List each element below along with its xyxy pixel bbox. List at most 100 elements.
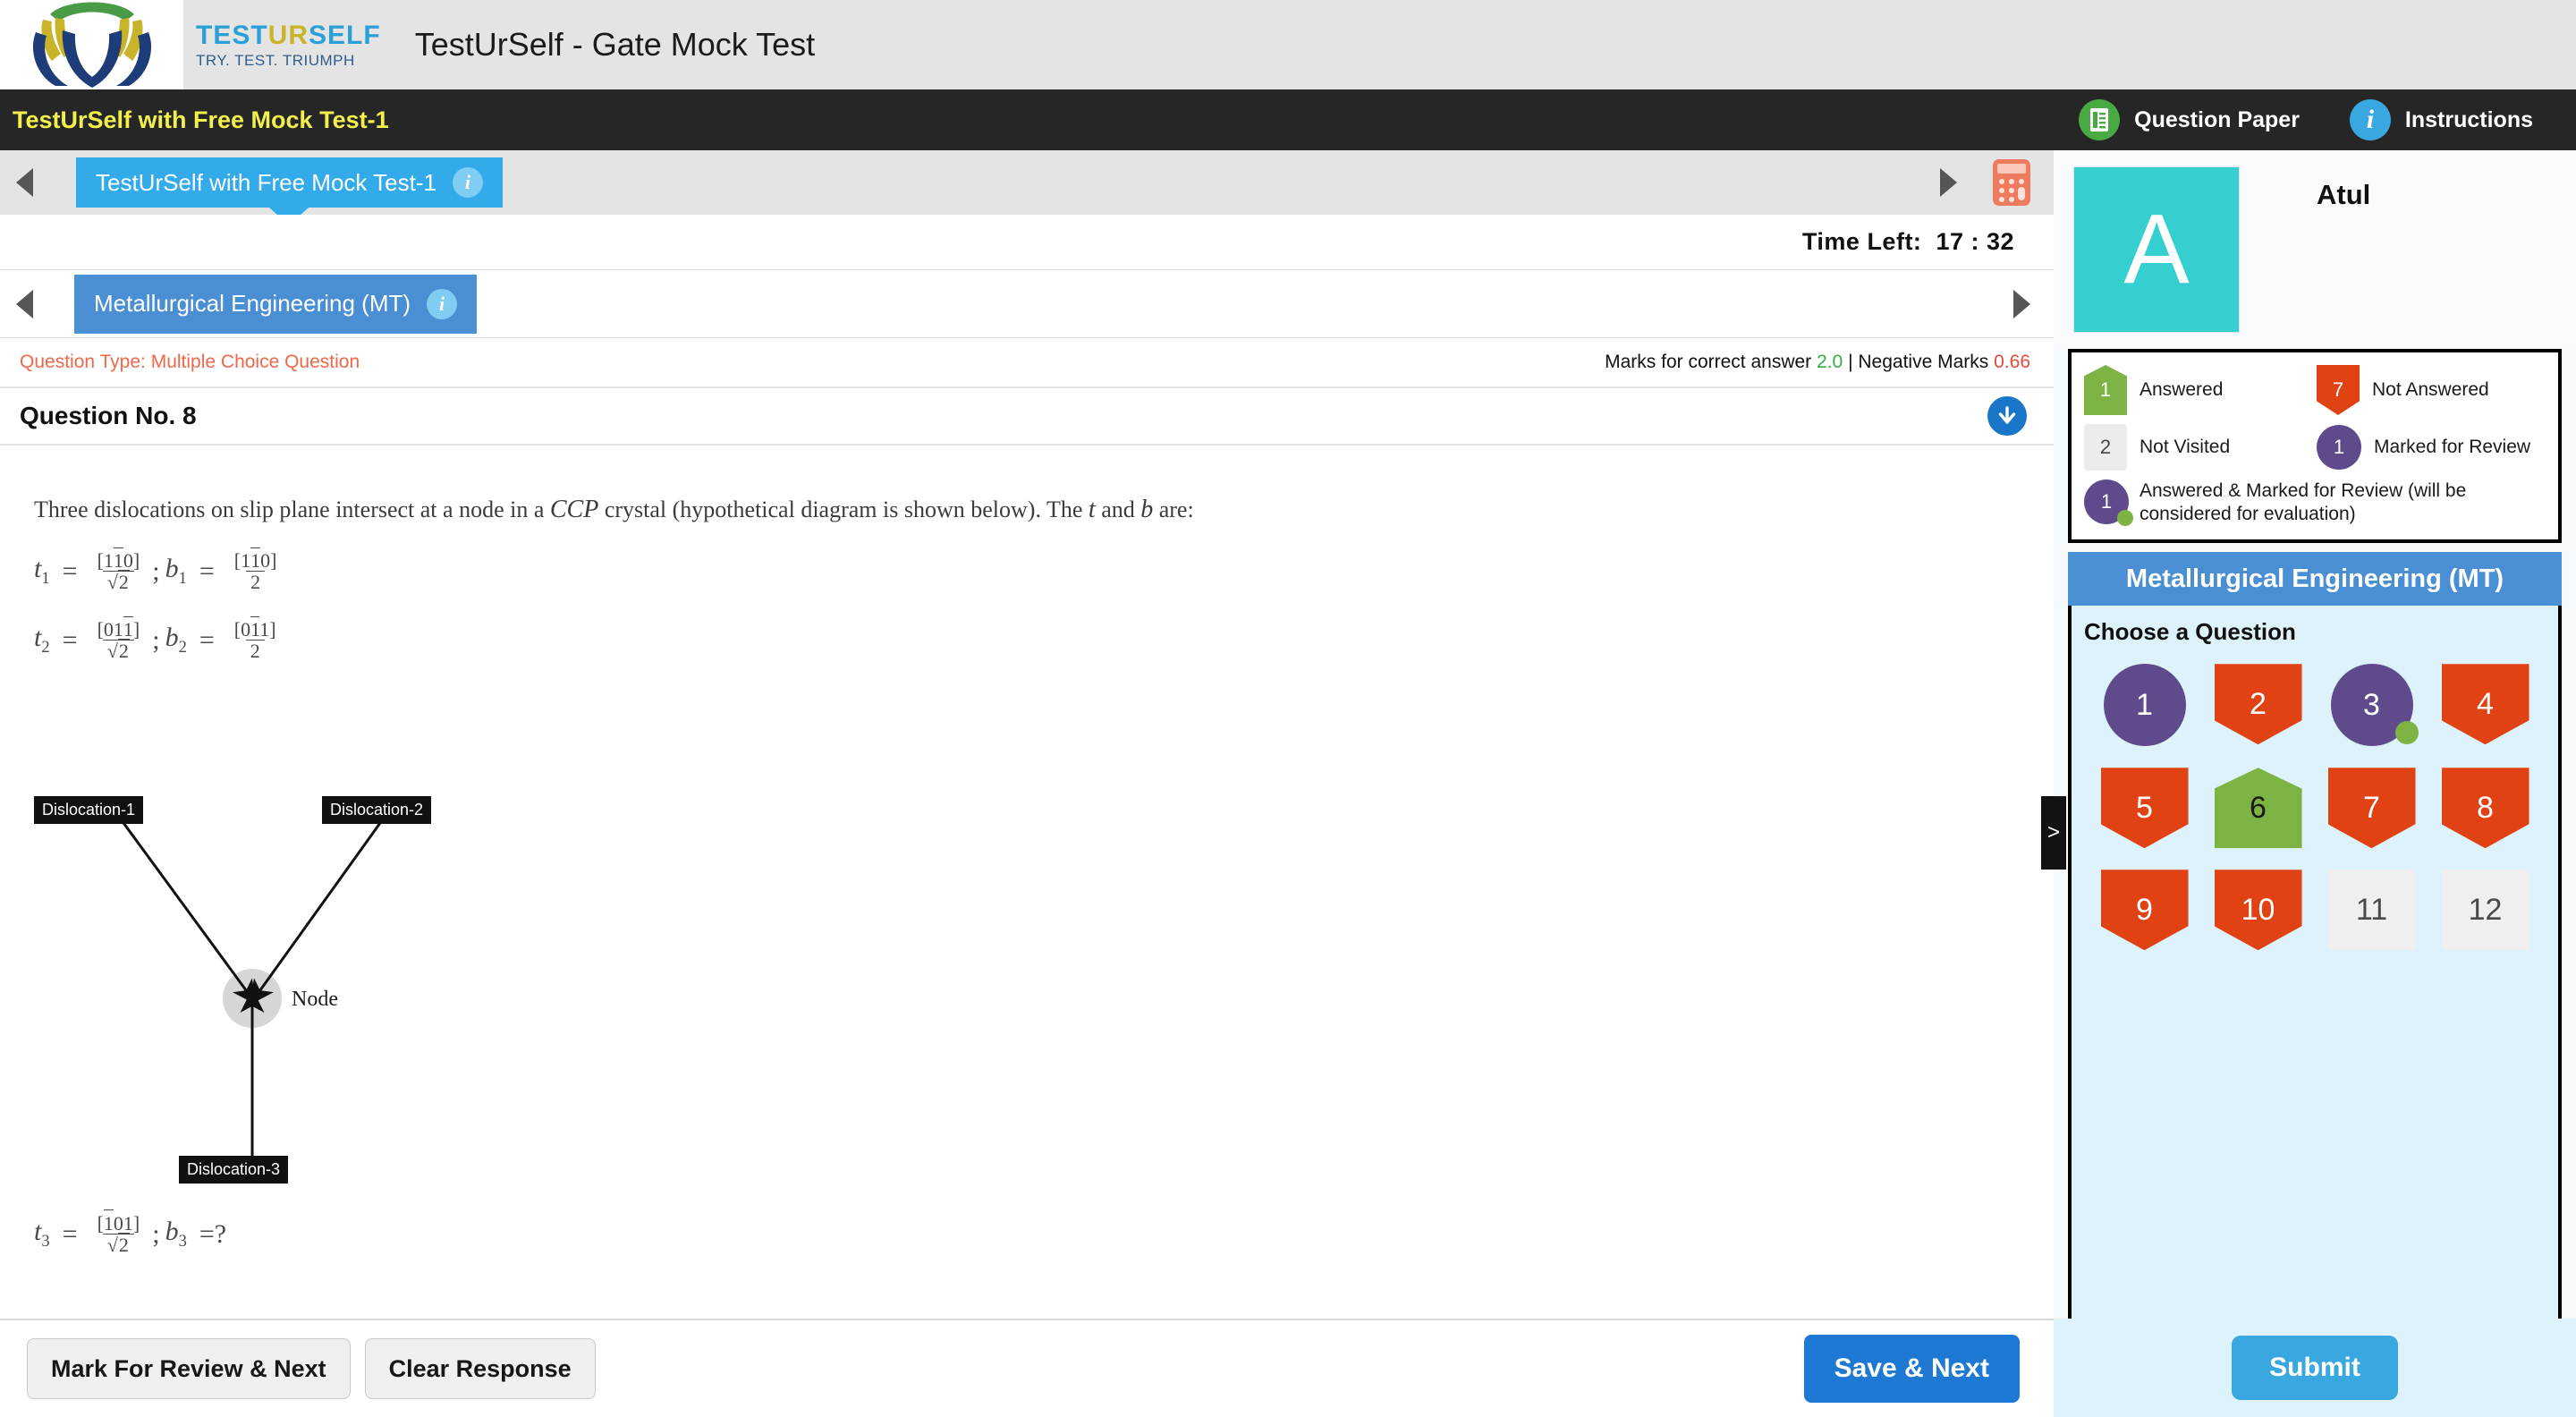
- tab-test-1[interactable]: TestUrSelf with Free Mock Test-1 i: [76, 157, 503, 208]
- brand-tagline: TRY. TEST. TRIUMPH: [196, 51, 355, 69]
- palette-question-3[interactable]: 3: [2330, 664, 2419, 747]
- time-left-label: Time Left:: [1801, 228, 1922, 255]
- question-number-grid: 1 2 3 4 5 6 7 8 9 10 11 12: [2072, 646, 2558, 951]
- palette-question-6[interactable]: 6: [2214, 768, 2302, 849]
- test-tab-row: TestUrSelf with Free Mock Test-1 i: [0, 150, 2054, 215]
- question-number-label: Question No. 8: [20, 402, 197, 429]
- legend-label: Marked for Review: [2374, 437, 2531, 457]
- palette-question-2[interactable]: 2: [2214, 664, 2302, 745]
- legend-label: Answered & Marked for Review (will be co…: [2140, 480, 2467, 524]
- timer-row: Time Left: 17 : 32: [0, 215, 2054, 270]
- negative-marks-label: Negative Marks: [1858, 352, 1989, 372]
- arrow-down-circle-icon[interactable]: [1987, 396, 2027, 436]
- palette-question-4[interactable]: 4: [2441, 664, 2529, 745]
- question-symbol-t: t: [1088, 496, 1096, 523]
- question-symbol-b: b: [1140, 496, 1154, 523]
- question-paper-label: Question Paper: [2134, 106, 2300, 132]
- question-palette-panel: A Atul 1 Answered 7 Not Answered 2 Not V…: [2054, 150, 2576, 1417]
- subject-tab-next: [2013, 289, 2030, 318]
- test-name-bar: TestUrSelf with Free Mock Test-1 Questio…: [0, 89, 2576, 150]
- avatar-letter: A: [2123, 194, 2190, 304]
- marks-row: Question Type: Multiple Choice Question …: [0, 338, 2054, 388]
- palette-subject-header: Metallurgical Engineering (MT): [2068, 552, 2562, 607]
- info-icon[interactable]: i: [452, 167, 483, 198]
- info-icon[interactable]: i: [427, 288, 458, 319]
- avatar: A: [2073, 166, 2240, 333]
- question-crystal-term: CCP: [549, 496, 599, 523]
- triangle-right-icon[interactable]: [1940, 168, 1957, 197]
- triangle-right-icon[interactable]: [2013, 289, 2030, 318]
- instructions-button[interactable]: i Instructions: [2349, 99, 2533, 140]
- question-number-row: Question No. 8: [0, 388, 2054, 445]
- palette-question-7[interactable]: 7: [2327, 768, 2416, 849]
- info-icon: i: [2349, 99, 2391, 140]
- marks-info: Marks for correct answer 2.0 | Negative …: [1605, 352, 2030, 373]
- legend-item-not-answered: 7 Not Answered: [2317, 365, 2549, 415]
- diagram-label-dislocation-2: Dislocation-2: [322, 796, 432, 824]
- calculator-icon[interactable]: [1993, 159, 2030, 206]
- hands-logo-icon: [0, 0, 183, 89]
- status-badge: 7: [2317, 365, 2360, 415]
- mark-for-review-next-button[interactable]: Mark For Review & Next: [27, 1338, 351, 1399]
- marks-prefix: Marks for correct answer: [1605, 352, 1812, 372]
- legend-row: 1 Answered & Marked for Review (will be …: [2084, 479, 2549, 526]
- legend-label: Answered: [2140, 379, 2224, 400]
- status-badge: 1: [2317, 425, 2361, 470]
- exam-window: TESTURSELF TRY. TEST. TRIUMPH TestUrSelf…: [0, 0, 2576, 1417]
- test-tab-right-controls: [1940, 159, 2030, 206]
- subject-tab-row: Metallurgical Engineering (MT) i: [0, 270, 2054, 338]
- choose-question-label: Choose a Question: [2084, 618, 2296, 646]
- question-text: Three dislocations on slip plane interse…: [34, 492, 2054, 527]
- question-text-part2: crystal (hypothetical diagram is shown b…: [604, 496, 1083, 522]
- subject-tab-label: Metallurgical Engineering (MT): [94, 290, 411, 317]
- legend-row: 1 Answered 7 Not Answered: [2084, 365, 2549, 415]
- math-expression-3: t3 = [101] √2 ; b3 =?: [34, 1212, 227, 1257]
- clear-response-button[interactable]: Clear Response: [364, 1338, 596, 1399]
- diagram-label-node: Node: [292, 988, 338, 1011]
- question-text-and: and: [1101, 496, 1135, 522]
- time-left-display: Time Left: 17 : 32: [1802, 228, 2014, 256]
- palette-container: Choose a Question 1 2 3 4 5 6 7 8 9 10 1…: [2068, 606, 2562, 1340]
- triangle-left-icon[interactable]: [16, 289, 33, 318]
- status-badge: 1: [2084, 479, 2133, 526]
- question-body: Three dislocations on slip plane interse…: [0, 445, 2054, 1319]
- palette-question-1[interactable]: 1: [2103, 664, 2186, 747]
- submit-button[interactable]: Submit: [2232, 1336, 2398, 1400]
- submit-bar: Submit: [2054, 1319, 2576, 1417]
- darkbar-actions: Question Paper i Instructions: [2079, 99, 2533, 140]
- marks-separator: |: [1848, 352, 1853, 372]
- legend-item-answered-marked-review: 1 Answered & Marked for Review (will be …: [2084, 479, 2488, 526]
- status-legend: 1 Answered 7 Not Answered 2 Not Visited …: [2068, 349, 2562, 544]
- question-type-label: Question Type: Multiple Choice Question: [20, 352, 360, 372]
- legend-item-answered: 1 Answered: [2084, 365, 2317, 415]
- negative-marks: 0.66: [1994, 352, 2030, 372]
- palette-question-5[interactable]: 5: [2100, 768, 2189, 849]
- legend-row: 2 Not Visited 1 Marked for Review: [2084, 424, 2549, 471]
- test-name-label: TestUrSelf with Free Mock Test-1: [13, 106, 389, 133]
- brand-word-ur: UR: [267, 20, 309, 50]
- status-badge: 2: [2084, 424, 2127, 471]
- instructions-label: Instructions: [2404, 106, 2533, 132]
- palette-question-8[interactable]: 8: [2441, 768, 2529, 849]
- test-tab-label: TestUrSelf with Free Mock Test-1: [96, 168, 436, 196]
- brand-bar: TESTURSELF TRY. TEST. TRIUMPH TestUrSelf…: [0, 0, 2576, 89]
- palette-question-9[interactable]: 9: [2100, 870, 2189, 951]
- math-expression-2: t2 = [011] √2 ; b2 = [011] 2: [34, 618, 276, 663]
- legend-item-marked-review: 1 Marked for Review: [2317, 425, 2549, 470]
- palette-question-11[interactable]: 11: [2327, 870, 2416, 951]
- legend-label: Not Answered: [2372, 379, 2489, 400]
- action-bar: Mark For Review & Next Clear Response Sa…: [0, 1319, 2054, 1417]
- triangle-left-icon[interactable]: [16, 168, 33, 197]
- status-badge: 1: [2084, 365, 2127, 415]
- math-final-answer: =?: [199, 1218, 227, 1249]
- math-expression-1: t1 = [110] √2 ; b1 = [110] 2: [34, 549, 277, 594]
- save-and-next-button[interactable]: Save & Next: [1803, 1335, 2020, 1403]
- chevron-right-icon[interactable]: >: [2041, 796, 2066, 870]
- tab-subject-mt[interactable]: Metallurgical Engineering (MT) i: [74, 274, 478, 334]
- dislocation-diagram-svg: [117, 816, 386, 1163]
- brand-word-test: TEST: [196, 20, 268, 50]
- dislocation-diagram: Dislocation-1 Dislocation-2 Dislocation-…: [27, 768, 528, 1188]
- question-paper-button[interactable]: Question Paper: [2079, 99, 2300, 140]
- palette-question-12[interactable]: 12: [2441, 870, 2529, 951]
- palette-question-10[interactable]: 10: [2214, 870, 2302, 951]
